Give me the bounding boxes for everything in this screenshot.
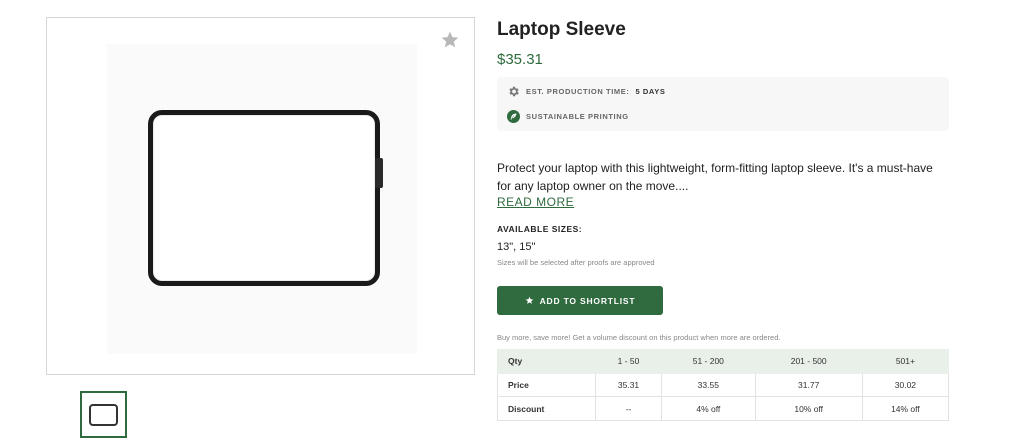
sustainable-label: SUSTAINABLE PRINTING [526,112,629,121]
table-header-cell: 201 - 500 [754,349,863,374]
sleeve-zipper [375,158,383,188]
table-header-cell: 51 - 200 [661,349,756,374]
table-row: Price 35.31 33.55 31.77 30.02 [497,372,950,398]
product-image-frame [46,17,475,375]
product-description: Protect your laptop with this lightweigh… [497,161,933,193]
production-time-row: EST. PRODUCTION TIME: 5 DAYS [507,85,665,98]
add-to-shortlist-label: ADD TO SHORTLIST [539,295,636,306]
table-cell: -- [594,396,663,422]
product-image [148,110,380,286]
table-cell: 33.55 [661,372,756,398]
table-row: Discount -- 4% off 10% off 14% off [497,396,950,422]
table-header-cell: Qty [497,349,596,374]
table-cell: 10% off [754,396,863,422]
product-thumbnail[interactable] [80,391,127,438]
table-header-cell: 1 - 50 [594,349,663,374]
production-time-label: EST. PRODUCTION TIME: [526,87,630,96]
production-time-value: 5 DAYS [635,87,666,96]
product-title: Laptop Sleeve [497,19,626,40]
table-cell: 14% off [861,396,950,422]
volume-pricing-table: Qty 1 - 50 51 - 200 201 - 500 501+ Price… [497,349,950,422]
thumbnail-image [89,404,118,426]
star-icon [525,296,534,305]
sizes-label: AVAILABLE SIZES: [497,224,583,234]
leaf-icon [507,110,520,123]
table-cell: Price [497,372,596,398]
table-header-cell: 501+ [861,349,950,374]
product-info-box: EST. PRODUCTION TIME: 5 DAYS SUSTAINABLE… [497,77,949,131]
table-cell: 30.02 [861,372,950,398]
table-cell: Discount [497,396,596,422]
product-price: $35.31 [497,51,543,68]
table-header-row: Qty 1 - 50 51 - 200 201 - 500 501+ [497,349,950,374]
table-cell: 31.77 [754,372,863,398]
table-cell: 35.31 [594,372,663,398]
volume-discount-note: Buy more, save more! Get a volume discou… [497,333,781,342]
add-to-shortlist-button[interactable]: ADD TO SHORTLIST [497,286,663,315]
read-more-link[interactable]: READ MORE [497,195,574,209]
sizes-value: 13", 15" [497,241,536,253]
sizes-note: Sizes will be selected after proofs are … [497,258,655,267]
gear-icon [507,85,520,98]
star-icon[interactable] [440,30,460,50]
table-cell: 4% off [661,396,756,422]
sustainable-row: SUSTAINABLE PRINTING [507,110,629,123]
